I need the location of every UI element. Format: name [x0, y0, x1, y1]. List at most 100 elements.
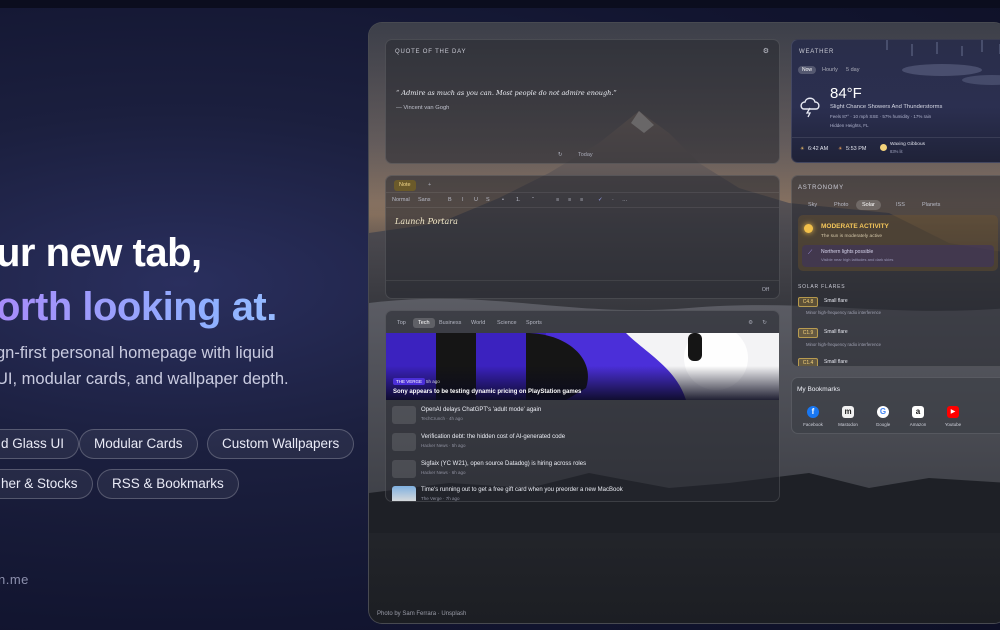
- feature-pill-modular-cards[interactable]: Modular Cards: [79, 429, 198, 459]
- bookmark-facebook[interactable]: f Facebook: [798, 406, 828, 427]
- moon-illumination: 83% lit: [890, 149, 903, 154]
- flare-name: Small flare: [824, 359, 848, 365]
- bookmark-mastodon[interactable]: m Mastodon: [833, 406, 863, 427]
- bookmark-label: Mastodon: [838, 422, 858, 427]
- hero-title: ur new tab, orth looking at.: [0, 226, 356, 334]
- astro-chip-solar[interactable]: Solar: [856, 200, 881, 210]
- note-tab[interactable]: Note: [394, 180, 416, 191]
- toolbar-align-left-button[interactable]: ≡: [556, 197, 559, 203]
- thunderstorm-icon: [800, 97, 820, 118]
- news-thumbnail: [392, 486, 416, 501]
- notes-footer-toggle[interactable]: Off: [762, 287, 769, 293]
- news-item-title: Time's running out to get a free gift ca…: [421, 487, 623, 493]
- moon-phase: Waxing Gibbous: [890, 142, 926, 147]
- bookmark-google[interactable]: G Google: [868, 406, 898, 427]
- toolbar-quote-button[interactable]: “: [532, 197, 534, 203]
- youtube-icon: ▶: [947, 406, 959, 418]
- news-item[interactable]: Verification debt: the hidden cost of AI…: [391, 431, 771, 451]
- toolbar-numbered-button[interactable]: 1.: [516, 197, 521, 203]
- feature-pill-weather-stocks[interactable]: her & Stocks: [0, 469, 93, 499]
- quote-footer: Today: [578, 152, 593, 158]
- news-item-title: OpenAI delays ChatGPT's 'adult mode' aga…: [421, 407, 542, 413]
- news-tab-business[interactable]: Business: [439, 320, 461, 326]
- add-note-button[interactable]: +: [428, 182, 431, 188]
- news-item[interactable]: Sigfaix (YC W21), open source Datadog) i…: [391, 458, 771, 478]
- flare-name: Small flare: [824, 329, 848, 335]
- toolbar-align-center-button[interactable]: ≡: [568, 197, 571, 203]
- toolbar-bullet-button[interactable]: •: [502, 197, 504, 203]
- site-link[interactable]: n.me: [0, 572, 29, 587]
- quote-settings-icon[interactable]: ⚙: [763, 47, 769, 55]
- sunset-icon: ☀: [838, 146, 843, 152]
- bookmark-youtube[interactable]: ▶ Youtube: [938, 406, 968, 427]
- hero-title-line2: orth looking at.: [0, 280, 356, 334]
- weather-description: Slight Chance Showers And Thunderstorms: [830, 104, 943, 110]
- aurora-icon: ⟋: [808, 250, 813, 256]
- bookmark-amazon[interactable]: a Amazon: [903, 406, 933, 427]
- news-item[interactable]: Time's running out to get a free gift ca…: [391, 484, 771, 501]
- news-item[interactable]: OpenAI delays ChatGPT's 'adult mode' aga…: [391, 404, 771, 424]
- toolbar-format-select[interactable]: Normal: [392, 197, 410, 203]
- news-refresh-icon[interactable]: ↻: [762, 320, 767, 326]
- astro-chip-photo[interactable]: Photo: [834, 202, 848, 208]
- news-hero-story[interactable]: THE VERGE 5h ago Sony appears to be test…: [386, 333, 779, 400]
- news-tab-science[interactable]: Science: [497, 320, 517, 326]
- news-tab-sports[interactable]: Sports: [526, 320, 542, 326]
- news-card: Top Tech Business World Science Sports ⚙…: [385, 310, 780, 502]
- astronomy-label: ASTRONOMY: [798, 185, 844, 191]
- notes-toolbar: Normal Sans B I U S • 1. “ ≡ ≡ ≡ ✓ · …: [386, 192, 779, 208]
- feature-pill-glass-ui[interactable]: d Glass UI: [0, 429, 80, 459]
- quote-label: QUOTE OF THE DAY: [395, 49, 467, 55]
- news-item-meta: The Verge · 7h ago: [421, 496, 460, 501]
- news-tab-top[interactable]: Top: [397, 320, 406, 326]
- photo-credit[interactable]: Photo by Sam Ferrara · Unsplash: [377, 611, 466, 617]
- aurora-subtitle: Visible near high latitudes and dark ski…: [821, 257, 894, 262]
- quote-card: QUOTE OF THE DAY ⚙ “ Admire as much as y…: [385, 39, 780, 164]
- feature-pill-rss-bookmarks[interactable]: RSS & Bookmarks: [97, 469, 239, 499]
- notes-card: Note + Normal Sans B I U S • 1. “ ≡ ≡ ≡ …: [385, 175, 780, 299]
- news-hero-time: 5h ago: [426, 379, 440, 384]
- note-title[interactable]: Launch Portara: [395, 217, 458, 226]
- news-settings-icon[interactable]: ⚙: [748, 320, 753, 326]
- sunset-time: 5:53 PM: [846, 146, 867, 152]
- refresh-icon[interactable]: ↻: [558, 152, 563, 158]
- weather-divider: [792, 137, 1000, 138]
- toolbar-checklist-button[interactable]: ✓: [598, 197, 603, 203]
- moon-icon: [880, 144, 887, 151]
- weather-tab-hourly[interactable]: Hourly: [822, 67, 838, 73]
- quote-author: — Vincent van Gogh: [396, 105, 450, 111]
- toolbar-underline-button[interactable]: U: [474, 197, 478, 203]
- flare-class-badge: C1.9: [798, 328, 818, 338]
- sunrise-time: 6:42 AM: [808, 146, 829, 152]
- news-item-title: Sigfaix (YC W21), open source Datadog) i…: [421, 461, 587, 467]
- sunrise-icon: ☀: [800, 146, 805, 152]
- toolbar-more-button[interactable]: …: [622, 197, 628, 203]
- flare-name: Small flare: [824, 298, 848, 304]
- astro-chip-planets[interactable]: Planets: [922, 202, 940, 208]
- toolbar-italic-button[interactable]: I: [462, 197, 464, 203]
- astro-chip-sky[interactable]: Sky: [808, 202, 817, 208]
- news-item-title: Verification debt: the hidden cost of AI…: [421, 434, 566, 440]
- bookmark-label: Facebook: [803, 422, 823, 427]
- toolbar-strike-button[interactable]: S: [486, 197, 490, 203]
- astro-chip-iss[interactable]: ISS: [896, 202, 905, 208]
- toolbar-align-right-button[interactable]: ≡: [580, 197, 583, 203]
- solar-activity-panel: MODERATE ACTIVITY The sun is moderately …: [798, 215, 998, 271]
- toolbar-font-select[interactable]: Sans: [418, 197, 431, 203]
- toolbar-bold-button[interactable]: B: [448, 197, 452, 203]
- weather-tab-now[interactable]: Now: [798, 66, 817, 74]
- feature-pill-custom-wallpapers[interactable]: Custom Wallpapers: [207, 429, 355, 459]
- news-item-meta: Hacker News · 5h ago: [421, 443, 466, 448]
- solar-flares-label: SOLAR FLARES: [798, 284, 846, 290]
- facebook-icon: f: [807, 406, 819, 418]
- weather-details: Feels 87° · 10 mph SSE · 57% humidity · …: [830, 114, 932, 119]
- top-bar: [0, 0, 1000, 8]
- flare-description: Minor high-frequency radio interference: [806, 310, 881, 315]
- notes-divider: [386, 280, 779, 281]
- news-thumbnail: [392, 433, 416, 451]
- weather-tab-5day[interactable]: 5 day: [846, 67, 859, 73]
- news-tab-tech[interactable]: Tech: [413, 318, 435, 328]
- weather-location: Hidden Heights, FL: [830, 123, 869, 128]
- news-hero-source: THE VERGE: [393, 378, 426, 385]
- news-tab-world[interactable]: World: [471, 320, 485, 326]
